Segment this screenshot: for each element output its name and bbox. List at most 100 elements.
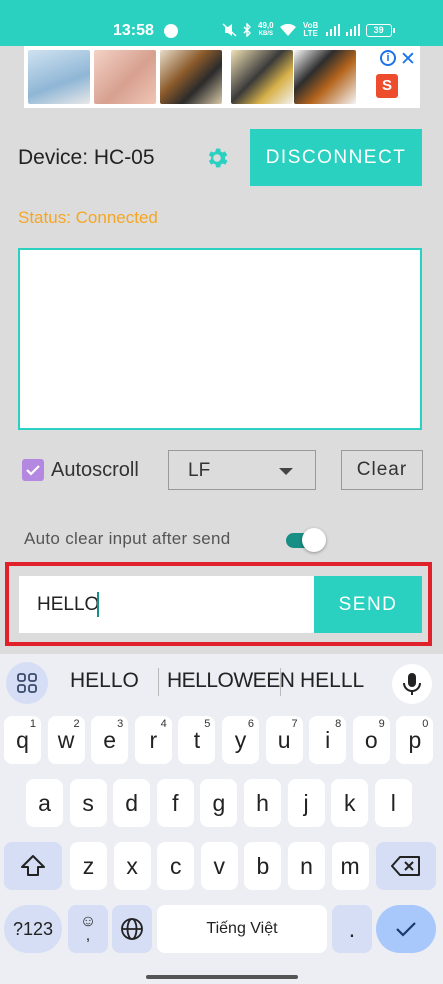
key-l[interactable]: l xyxy=(374,779,412,827)
grid-icon xyxy=(17,673,37,693)
key-n[interactable]: n xyxy=(288,842,325,890)
gesture-nav-bar[interactable] xyxy=(146,975,298,979)
suggestion-1[interactable]: HELLO xyxy=(70,669,139,693)
ad-close-icon[interactable]: ✕ xyxy=(400,48,416,71)
connection-status: Status: Connected xyxy=(18,208,158,227)
key-g[interactable]: g xyxy=(200,779,238,827)
mute-icon xyxy=(222,23,237,37)
key-hint: 3 xyxy=(117,718,124,730)
key-u[interactable]: u7 xyxy=(265,716,303,764)
key-z[interactable]: z xyxy=(70,842,107,890)
autoscroll-label[interactable]: Autoscroll xyxy=(51,459,139,482)
key-b[interactable]: b xyxy=(244,842,282,890)
backspace-icon xyxy=(391,856,420,876)
key-k[interactable]: k xyxy=(331,779,369,827)
net-speed: 49,0 KB/S xyxy=(258,21,274,38)
key-r[interactable]: r4 xyxy=(134,716,172,764)
language-key[interactable] xyxy=(112,905,152,953)
key-w[interactable]: w2 xyxy=(47,716,85,764)
ad-product-image[interactable] xyxy=(28,50,90,104)
network-type: VoB LTE xyxy=(302,21,319,38)
autoscroll-checkbox[interactable] xyxy=(22,459,44,481)
key-hint: 0 xyxy=(422,718,429,730)
key-hint: 8 xyxy=(335,718,342,730)
checkmark-icon xyxy=(396,922,416,937)
key-label: y xyxy=(234,726,247,753)
key-a[interactable]: a xyxy=(26,779,63,827)
ad-product-image[interactable] xyxy=(231,50,293,104)
text-cursor xyxy=(97,592,99,617)
ad-info-icon[interactable]: i xyxy=(380,50,396,66)
key-i[interactable]: i8 xyxy=(309,716,347,764)
space-key[interactable]: Tiếng Việt xyxy=(157,905,327,953)
key-m[interactable]: m xyxy=(331,842,369,890)
key-hint: 4 xyxy=(160,718,167,730)
signal-icon-2 xyxy=(345,24,360,36)
key-p[interactable]: p0 xyxy=(396,716,434,764)
symbols-key[interactable]: ?123 xyxy=(4,905,62,953)
key-t[interactable]: t5 xyxy=(178,716,216,764)
ad-product-image[interactable] xyxy=(294,50,356,104)
enter-key[interactable] xyxy=(376,905,436,953)
toggle-knob xyxy=(302,528,326,552)
dropdown-arrow-icon xyxy=(279,468,293,475)
microphone-icon xyxy=(403,673,421,695)
messenger-icon xyxy=(164,24,178,38)
key-h[interactable]: h xyxy=(244,779,281,827)
ad-product-image[interactable] xyxy=(160,50,222,104)
key-label: p xyxy=(408,726,422,753)
line-ending-select[interactable]: LF xyxy=(168,450,316,490)
key-hint: 9 xyxy=(378,718,385,730)
key-label: e xyxy=(103,726,117,753)
clear-button[interactable]: Clear xyxy=(341,450,423,490)
key-hint: 7 xyxy=(291,718,298,730)
voice-input-button[interactable] xyxy=(392,664,432,704)
key-j[interactable]: j xyxy=(287,779,325,827)
comma-label: , xyxy=(85,927,91,944)
key-d[interactable]: d xyxy=(113,779,151,827)
key-x[interactable]: x xyxy=(113,842,151,890)
auto-clear-label: Auto clear input after send xyxy=(24,529,231,548)
suggestion-3[interactable]: HELLL xyxy=(300,669,364,693)
send-button[interactable]: SEND xyxy=(314,576,422,633)
gear-icon[interactable] xyxy=(204,145,230,171)
emoji-comma-key[interactable]: ☺ , xyxy=(68,905,108,953)
key-c[interactable]: c xyxy=(157,842,195,890)
globe-icon xyxy=(121,918,143,940)
key-v[interactable]: v xyxy=(200,842,238,890)
key-s[interactable]: s xyxy=(69,779,107,827)
ad-product-image[interactable] xyxy=(94,50,156,104)
device-label: Device: HC-05 xyxy=(18,146,155,169)
suggestion-divider xyxy=(280,668,281,696)
keyboard-menu-button[interactable] xyxy=(6,662,48,704)
key-y[interactable]: y6 xyxy=(222,716,259,764)
key-f[interactable]: f xyxy=(156,779,194,827)
shift-key[interactable] xyxy=(4,842,62,890)
auto-clear-toggle[interactable] xyxy=(286,528,326,552)
signal-icon xyxy=(325,24,340,36)
clock: 13:58 xyxy=(113,22,154,39)
key-label: r xyxy=(149,726,158,753)
key-e[interactable]: e3 xyxy=(91,716,129,764)
key-label: w xyxy=(57,726,75,753)
status-icons: 49,0 KB/S VoB LTE 39 xyxy=(222,21,395,38)
period-key[interactable]: . xyxy=(332,905,372,953)
key-o[interactable]: o9 xyxy=(352,716,390,764)
suggestion-2[interactable]: HELLOWEEN xyxy=(167,669,295,693)
key-hint: 5 xyxy=(204,718,211,730)
key-q[interactable]: q1 xyxy=(4,716,41,764)
backspace-key[interactable] xyxy=(376,842,436,890)
key-label: o xyxy=(364,726,378,753)
key-hint: 2 xyxy=(73,718,80,730)
check-icon xyxy=(26,465,40,476)
key-hint: 6 xyxy=(247,718,254,730)
disconnect-button[interactable]: DISCONNECT xyxy=(250,129,422,186)
output-console[interactable] xyxy=(18,248,422,430)
ad-banner[interactable]: i ✕ S xyxy=(24,46,420,108)
message-input[interactable] xyxy=(19,576,315,633)
wifi-icon xyxy=(279,23,296,36)
line-ending-value: LF xyxy=(188,460,211,481)
shopee-logo[interactable]: S xyxy=(376,74,398,98)
status-bar: 13:58 49,0 KB/S VoB LTE 39 xyxy=(0,0,443,46)
battery-icon: 39 xyxy=(365,23,395,37)
